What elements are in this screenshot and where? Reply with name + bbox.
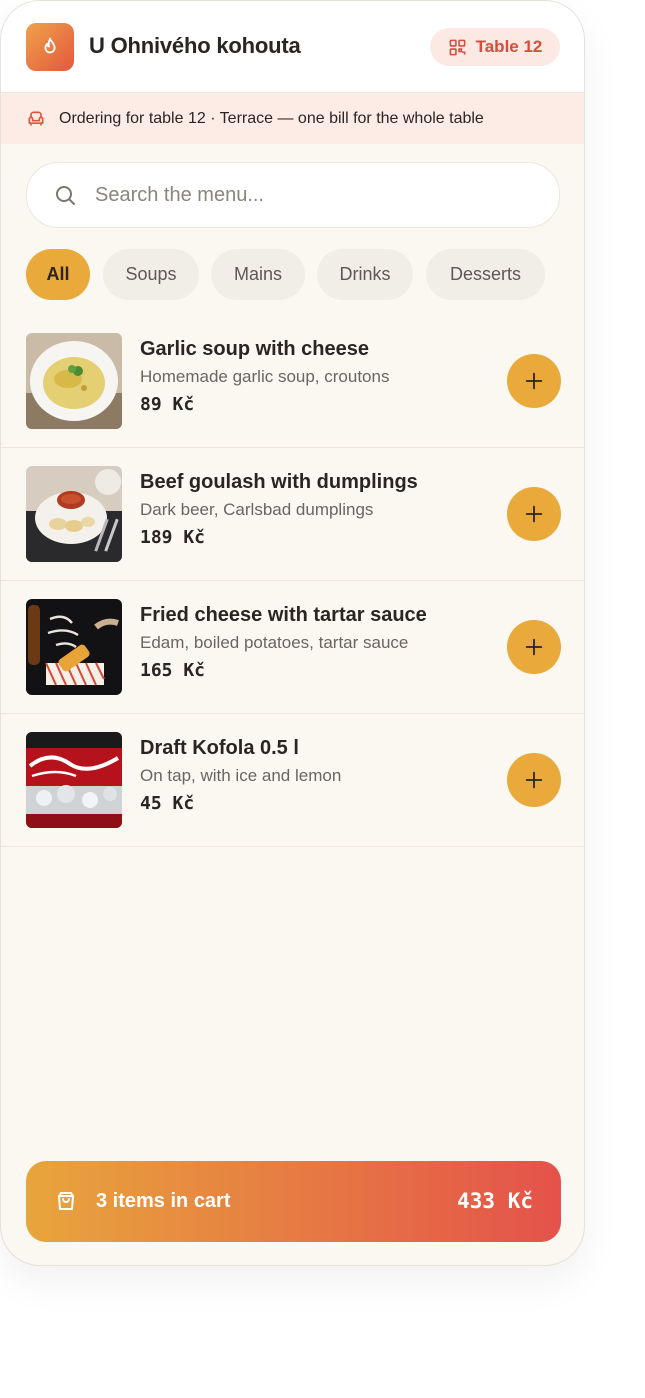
category-chip-soups[interactable]: Soups <box>103 249 199 300</box>
menu-item-description: Homemade garlic soup, croutons <box>140 367 390 386</box>
search-bar[interactable] <box>26 162 560 228</box>
header: U Ohnivého kohouta Table 12 <box>1 1 584 93</box>
menu-item-price: 89 Kč <box>140 394 195 415</box>
table-badge-label: Table 12 <box>475 37 543 56</box>
menu-item-name: Garlic soup with cheese <box>140 338 369 360</box>
plus-icon <box>523 769 545 791</box>
menu-item-description: On tap, with ice and lemon <box>140 766 342 785</box>
menu-item-description: Dark beer, Carlsbad dumplings <box>140 500 374 519</box>
menu-item-name: Draft Kofola 0.5 l <box>140 737 299 759</box>
table-badge[interactable]: Table 12 <box>430 28 560 66</box>
chair-icon <box>26 108 48 130</box>
shopping-bag-icon <box>54 1189 78 1213</box>
menu-item-price: 189 Kč <box>140 527 206 548</box>
qr-code-icon <box>448 38 467 57</box>
menu-item[interactable]: Fried cheese with tartar sauce Edam, boi… <box>1 581 584 714</box>
menu-item-name: Fried cheese with tartar sauce <box>140 604 427 626</box>
cart-summary-button[interactable]: 3 items in cart 433 Kč <box>26 1161 561 1242</box>
menu-item-price: 165 Kč <box>140 660 206 681</box>
plus-icon <box>523 636 545 658</box>
add-to-cart-button[interactable] <box>507 354 561 408</box>
menu-item[interactable]: Garlic soup with cheese Homemade garlic … <box>1 315 584 448</box>
table-notice-text: Ordering for table 12 · Terrace — one bi… <box>59 109 484 127</box>
plus-icon <box>523 370 545 392</box>
category-chip-drinks[interactable]: Drinks <box>317 249 413 300</box>
add-to-cart-button[interactable] <box>507 487 561 541</box>
flame-logo-icon <box>26 23 74 71</box>
garlic-soup-photo <box>26 333 122 429</box>
menu-item[interactable]: Draft Kofola 0.5 l On tap, with ice and … <box>1 714 584 847</box>
restaurant-name: U Ohnivého kohouta <box>89 33 301 58</box>
search-icon <box>53 183 77 207</box>
category-chip-desserts[interactable]: Desserts <box>426 249 545 300</box>
category-filter: All Soups Mains Drinks Desserts <box>1 249 584 301</box>
search-input[interactable] <box>93 182 517 208</box>
app-screen: U Ohnivého kohouta Table 12 Ordering for… <box>0 0 585 1266</box>
add-to-cart-button[interactable] <box>507 753 561 807</box>
category-chip-mains[interactable]: Mains <box>211 249 305 300</box>
menu-item-description: Edam, boiled potatoes, tartar sauce <box>140 633 409 652</box>
plus-icon <box>523 503 545 525</box>
table-notice-banner: Ordering for table 12 · Terrace — one bi… <box>1 93 584 144</box>
menu-item-name: Beef goulash with dumplings <box>140 471 418 493</box>
kofola-photo <box>26 732 122 828</box>
cart-item-count: 3 items in cart <box>96 1190 231 1212</box>
menu-item-price: 45 Kč <box>140 793 195 814</box>
fried-cheese-photo <box>26 599 122 695</box>
category-chip-all[interactable]: All <box>26 249 90 300</box>
goulash-photo <box>26 466 122 562</box>
menu-item[interactable]: Beef goulash with dumplings Dark beer, C… <box>1 448 584 581</box>
add-to-cart-button[interactable] <box>507 620 561 674</box>
cart-total: 433 Kč <box>457 1189 533 1213</box>
